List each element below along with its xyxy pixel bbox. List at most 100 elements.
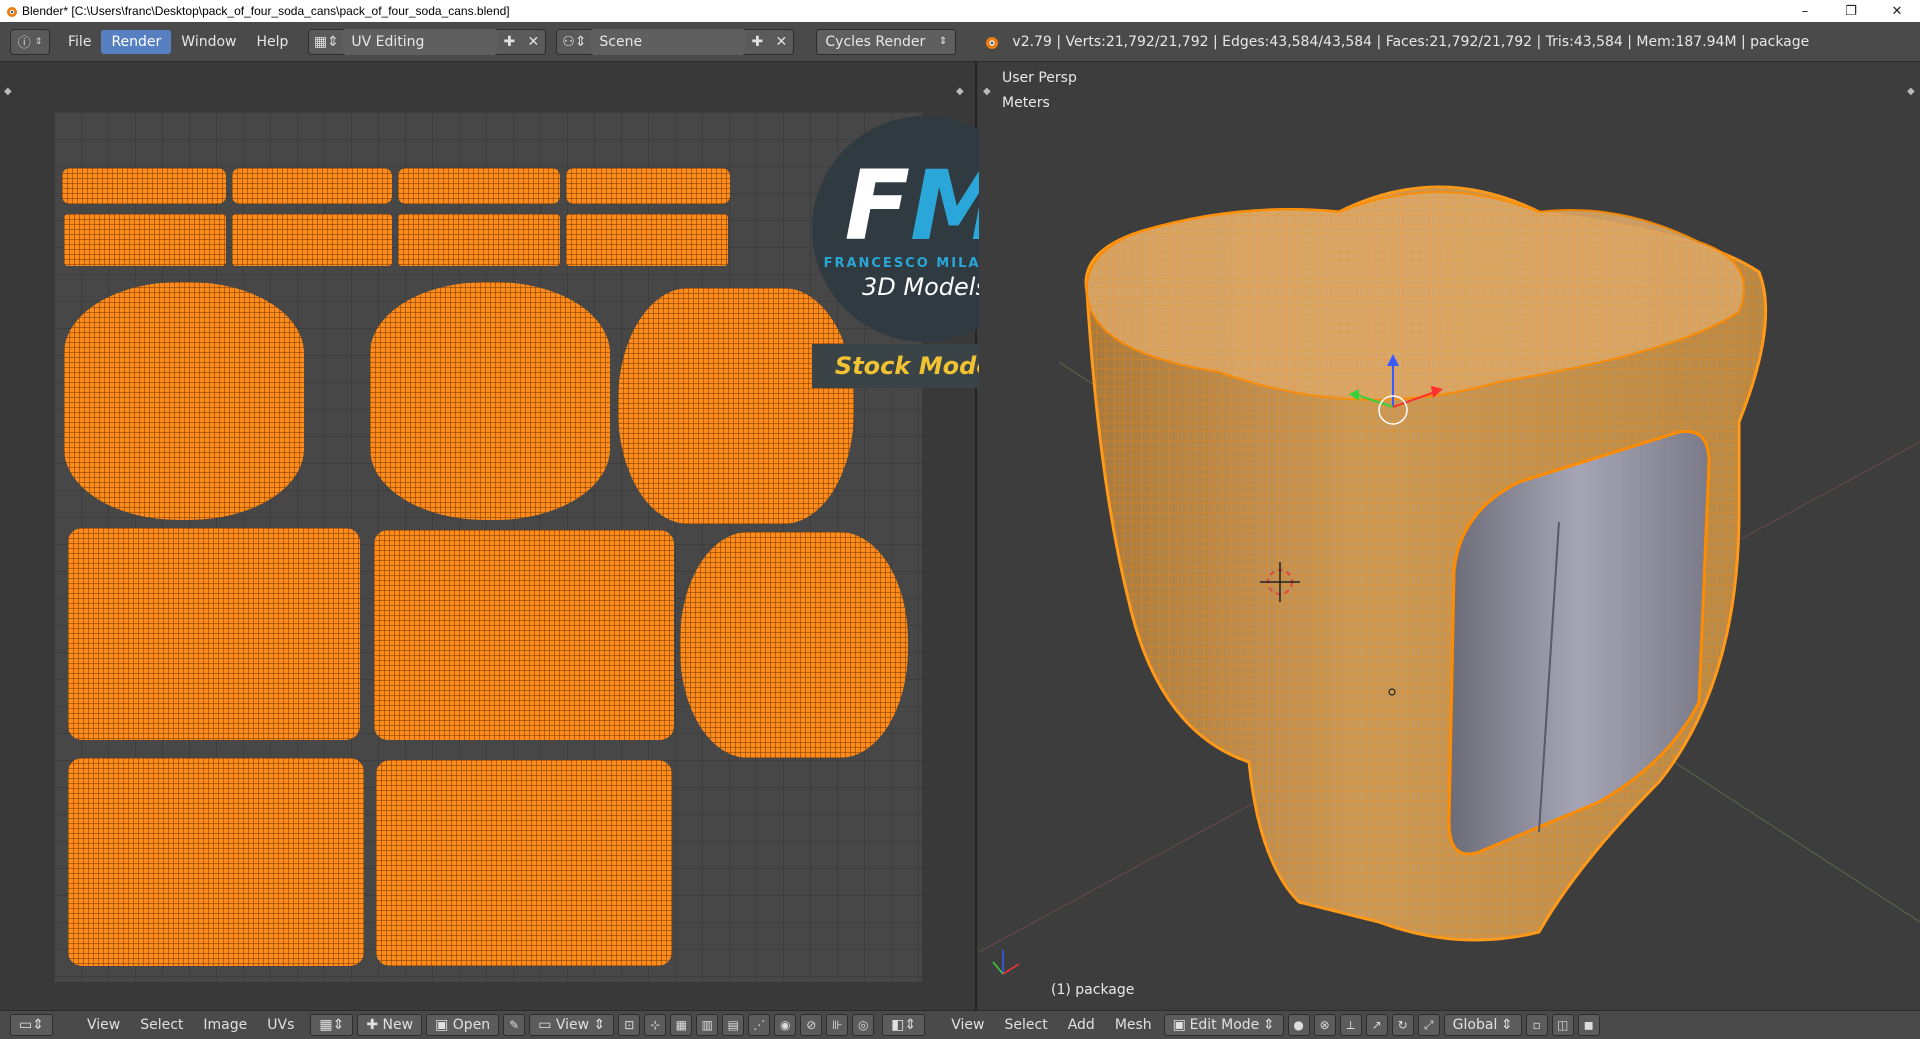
uv-island-strip — [398, 168, 560, 204]
menu-window[interactable]: Window — [171, 30, 246, 54]
vp-menu-mesh[interactable]: Mesh — [1105, 1017, 1162, 1033]
add-layout-button[interactable]: ✚ — [497, 29, 521, 55]
uv-island-body — [68, 528, 360, 740]
blender-app-icon — [7, 7, 17, 17]
render-engine-label: Cycles Render — [825, 33, 926, 50]
uv-island-strip — [566, 168, 730, 204]
uv-island-strip — [62, 168, 226, 204]
chevron-updown-icon: ⇕ — [939, 36, 948, 47]
area-split-marker-icon[interactable]: ◆ — [956, 86, 964, 97]
3d-viewport[interactable]: ◆ ◆ User Persp Meters (1) package — [979, 62, 1920, 1010]
menu-file[interactable]: File — [58, 30, 101, 54]
viewport-editor-type-selector[interactable]: ◧⇕ — [882, 1014, 926, 1036]
vp-menu-add[interactable]: Add — [1058, 1017, 1105, 1033]
view-dropdown-label: View — [555, 1017, 590, 1033]
uv-island-cap — [370, 282, 610, 520]
pivot-point-icon[interactable]: ⊗ — [1313, 1014, 1336, 1036]
maximize-button[interactable]: ❐ — [1828, 0, 1874, 22]
add-scene-button[interactable]: ✚ — [745, 29, 769, 55]
edge-select-icon[interactable]: ▦ — [670, 1014, 693, 1036]
scale-manipulator-icon[interactable]: ⤢ — [1417, 1014, 1440, 1036]
orientation-label: Global — [1452, 1017, 1498, 1033]
uv-menu-select[interactable]: Select — [130, 1017, 193, 1033]
axis-orientation-widget — [992, 950, 1020, 975]
uv-island-strip — [232, 214, 392, 266]
info-icon: ⓘ — [17, 36, 31, 51]
open-button-label: Open — [452, 1017, 491, 1033]
editor-footers: ▭⇕ View Select Image UVs ▦⇕ ✚ New ▣ Open… — [0, 1010, 1920, 1039]
screen-layout-dropdown[interactable]: UV Editing — [343, 28, 498, 55]
sync-selection-icon[interactable]: ⊡ — [618, 1014, 641, 1036]
scene-icon[interactable]: ⚇⇕ — [557, 29, 591, 55]
blender-logo-icon — [986, 36, 999, 49]
uv-island-body — [374, 530, 674, 740]
snap-icon[interactable]: ⊘ — [800, 1014, 823, 1036]
snap-element-icon[interactable]: ⊪ — [826, 1014, 849, 1036]
uv-editor-type-selector[interactable]: ▭⇕ — [10, 1014, 53, 1036]
translate-manipulator-icon[interactable]: ↗ — [1365, 1014, 1388, 1036]
pin-icon[interactable]: ✎ — [503, 1014, 526, 1036]
uv-view-dropdown[interactable]: ▭ View ⇕ — [529, 1014, 615, 1036]
vertex-select-icon[interactable]: ⊹ — [644, 1014, 667, 1036]
brand-subtitle: 3D Models — [862, 272, 988, 301]
image-browse-button[interactable]: ▦⇕ — [310, 1014, 354, 1036]
scene-dropdown[interactable]: Scene — [591, 28, 746, 55]
screen-layout-group: ▦⇕ UV Editing ✚ ✕ — [308, 28, 547, 55]
face-select-mode-icon[interactable]: ◼ — [1577, 1014, 1600, 1036]
island-select-icon[interactable]: ▤ — [722, 1014, 745, 1036]
render-engine-dropdown[interactable]: Cycles Render ⇕ — [816, 28, 957, 55]
uv-island-strip — [64, 214, 226, 266]
vertex-select-mode-icon[interactable]: ▫ — [1525, 1014, 1548, 1036]
mode-label: Edit Mode — [1189, 1017, 1260, 1033]
chevron-updown-icon: ⇕ — [34, 36, 43, 47]
open-image-button[interactable]: ▣ Open — [426, 1014, 500, 1036]
manipulator-toggle-icon[interactable]: ⟂ — [1339, 1014, 1362, 1036]
uv-island-body — [376, 760, 672, 966]
logo-letter-f: F — [844, 149, 911, 262]
edge-select-mode-icon[interactable]: ◫ — [1551, 1014, 1574, 1036]
menu-help[interactable]: Help — [246, 30, 298, 54]
editor-type-selector[interactable]: ⓘ ⇕ — [10, 28, 50, 55]
chevron-updown-icon: ⇕ — [1500, 1017, 1513, 1033]
rotate-manipulator-icon[interactable]: ↻ — [1391, 1014, 1414, 1036]
object-name-label: (1) package — [1051, 982, 1135, 998]
folder-icon: ▣ — [435, 1017, 453, 1033]
remove-layout-button[interactable]: ✕ — [521, 29, 545, 55]
transform-orientation-dropdown[interactable]: Global ⇕ — [1443, 1014, 1522, 1036]
uv-island-cap — [64, 282, 304, 520]
uv-island-cap — [680, 532, 908, 758]
minimize-button[interactable]: – — [1782, 0, 1828, 22]
uv-menu-view[interactable]: View — [77, 1017, 130, 1033]
uv-menu-uvs[interactable]: UVs — [257, 1017, 304, 1033]
uv-island-cap — [618, 288, 854, 524]
info-header: ⓘ ⇕ File Render Window Help ▦⇕ UV Editin… — [0, 22, 1920, 62]
new-image-button[interactable]: ✚ New — [357, 1014, 423, 1036]
vp-menu-select[interactable]: Select — [995, 1017, 1058, 1033]
window-title: Blender* [C:\Users\franc\Desktop\pack_of… — [22, 4, 510, 18]
render-preview-icon[interactable]: ◎ — [852, 1014, 875, 1036]
package-mesh[interactable] — [979, 62, 1920, 1010]
new-button-label: New — [382, 1017, 414, 1033]
proportional-edit-icon[interactable]: ◉ — [774, 1014, 797, 1036]
edit-mode-icon: ▣ — [1172, 1017, 1186, 1033]
window-titlebar: Blender* [C:\Users\franc\Desktop\pack_of… — [0, 0, 1920, 22]
uv-island-body — [68, 758, 364, 966]
screen-layout-icon[interactable]: ▦⇕ — [309, 29, 343, 55]
sticky-select-icon[interactable]: ⋰ — [748, 1014, 771, 1036]
face-select-icon[interactable]: ▥ — [696, 1014, 719, 1036]
viewport-shading-icon[interactable]: ● — [1287, 1014, 1310, 1036]
close-window-button[interactable]: ✕ — [1874, 0, 1920, 22]
uv-grid-canvas[interactable] — [54, 112, 922, 982]
vp-menu-view[interactable]: View — [941, 1017, 994, 1033]
area-split-marker-icon[interactable]: ◆ — [4, 86, 12, 97]
uv-menu-image[interactable]: Image — [193, 1017, 257, 1033]
interaction-mode-dropdown[interactable]: ▣ Edit Mode ⇕ — [1163, 1014, 1284, 1036]
menu-render[interactable]: Render — [101, 29, 172, 54]
remove-scene-button[interactable]: ✕ — [769, 29, 793, 55]
uv-island-strip — [232, 168, 392, 204]
chevron-updown-icon: ⇕ — [1262, 1017, 1275, 1033]
uv-island-strip — [398, 214, 560, 266]
view-mode-icon: ▭ — [538, 1017, 556, 1033]
uv-island-strip — [566, 214, 728, 266]
scene-group: ⚇⇕ Scene ✚ ✕ — [556, 28, 795, 55]
